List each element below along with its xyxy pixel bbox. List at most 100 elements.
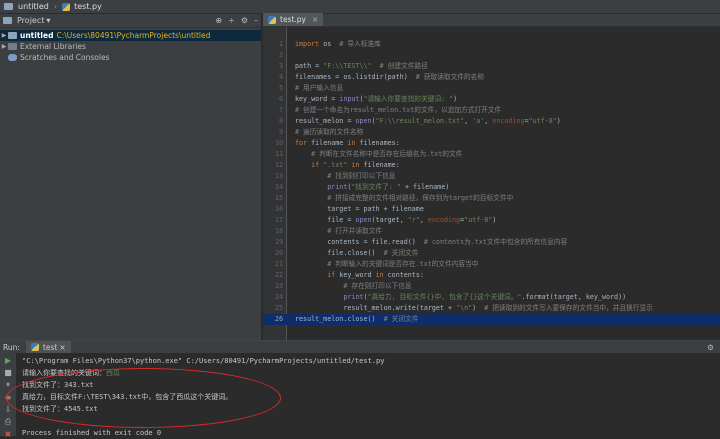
locate-file-icon[interactable]: ⊕ [215, 16, 222, 25]
code-line[interactable]: 9 # 遍历读取的文件名称 [263, 127, 720, 138]
code-text: contents = file.read() # contents为.txt文件… [295, 238, 568, 246]
editor-tab-bar: test.py × [263, 13, 720, 27]
close-icon[interactable]: × [59, 343, 65, 352]
tree-item-label: External Libraries [20, 42, 86, 51]
collapse-all-icon[interactable]: ÷ [228, 16, 235, 25]
code-line[interactable]: 21 # 判断输入的关键词是否存在.txt的文件内容当中 [263, 259, 720, 270]
line-number: 9 [278, 128, 283, 136]
project-view-selector[interactable]: Project ▾ [3, 16, 50, 25]
tab-test-py[interactable]: test.py × [263, 13, 324, 26]
run-tab-test[interactable]: test × [25, 341, 71, 353]
folder-icon [4, 3, 13, 10]
code-text: for filename in filenames: [295, 139, 400, 147]
code-line[interactable]: 14 print("找到文件了: " + filename) [263, 182, 720, 193]
tree-item-scratches[interactable]: Scratches and Consoles [0, 52, 261, 63]
breadcrumb-project[interactable]: untitled [18, 2, 49, 11]
line-number: 6 [278, 95, 283, 103]
code-line[interactable]: 7 # 创建一个命名为result_melon.txt的文件，以追加方式打开文件 [263, 105, 720, 116]
line-number: 2 [278, 51, 283, 59]
breadcrumb-file[interactable]: test.py [74, 2, 102, 11]
code-text: target = path + filename [295, 205, 424, 213]
hide-panel-icon[interactable]: – [254, 16, 258, 25]
code-line[interactable]: 3 path = "F:\\TEST\\" # 创建文件路径 [263, 61, 720, 72]
line-number: 3 [278, 62, 283, 70]
code-text: # 找到则打印以下信息 [327, 172, 396, 180]
console-line: "C:\Program Files\Python37\python.exe" C… [22, 357, 385, 365]
line-number: 4 [278, 73, 283, 81]
python-file-icon [30, 343, 39, 351]
project-panel-title: Project [17, 16, 45, 25]
code-line[interactable]: 11 # 判断在文件名称中是否存在后缀名为.txt的文件 [263, 149, 720, 160]
rerun-icon[interactable]: ▶ [3, 356, 13, 365]
line-number: 19 [274, 238, 283, 246]
code-area[interactable]: 1 import os # 导入标准库 2 3 path = "F:\\TEST\\" … [263, 27, 720, 340]
console-line: Process finished with exit code 0 [22, 429, 162, 437]
line-number: 8 [278, 117, 283, 125]
code-line[interactable]: 20 file.close() # 关闭文件 [263, 248, 720, 259]
line-number: 17 [274, 216, 283, 224]
line-number: 15 [274, 194, 283, 202]
line-number: 5 [278, 84, 283, 92]
code-text: # 判断在文件名称中是否存在后缀名为.txt的文件 [311, 150, 463, 158]
run-label: Run: [3, 342, 20, 352]
code-text: result_melon.write(target + "\n") # 把读取到… [295, 304, 653, 312]
code-line[interactable]: 2 [263, 50, 720, 61]
code-line[interactable]: 25 result_melon.write(target + "\n") # 把… [263, 303, 720, 314]
code-text: result_melon = open("F:\\result_melon.tx… [295, 117, 561, 125]
python-file-icon [268, 15, 276, 24]
tree-item-external-libraries[interactable]: ▶ External Libraries [0, 41, 261, 52]
code-line[interactable]: 19 contents = file.read() # contents为.tx… [263, 237, 720, 248]
code-text: import os # 导入标准库 [295, 40, 381, 48]
tab-label: test.py [280, 15, 306, 24]
code-line[interactable]: 17 file = open(target, "r", encoding="ut… [263, 215, 720, 226]
project-icon [3, 17, 12, 24]
stop-icon[interactable]: ■ [3, 368, 13, 377]
code-line[interactable]: 18 # 打开并读取文件 [263, 226, 720, 237]
code-line[interactable]: 24 print("真给力, 目标文件{}中, 包含了{}这个关键词。".for… [263, 292, 720, 303]
line-number: 26 [274, 315, 283, 323]
line-number: 24 [274, 293, 283, 301]
code-text: file = open(target, "r", encoding="utf-8… [295, 216, 497, 224]
project-panel: Project ▾ ⊕ ÷ ⚙ – ▶ untitled C:\Users\80… [0, 14, 262, 340]
project-tree: ▶ untitled C:\Users\80491\PycharmProject… [0, 28, 261, 63]
code-line[interactable]: 13 # 找到则打印以下信息 [263, 171, 720, 182]
code-line[interactable]: 15 # 拼接成完整的文件相对路径，保存到为target的目标文件中 [263, 193, 720, 204]
code-text: if key_word in contents: [327, 271, 424, 279]
run-panel: Run: test × ⚙ ▶ ■ ⏸ ≡ ⇩ ⎙ ✖ "C:\Program … [0, 340, 720, 439]
code-text: # 拼接成完整的文件相对路径，保存到为target的目标文件中 [327, 194, 514, 202]
navigation-bar: untitled › test.py [0, 0, 720, 14]
code-text: print("真给力, 目标文件{}中, 包含了{}这个关键词。".format… [343, 293, 627, 301]
line-number: 20 [274, 249, 283, 257]
gear-icon[interactable]: ⚙ [707, 343, 714, 352]
code-text: # 用户输入信息 [295, 84, 344, 92]
code-text: filenames = os.listdir(path) # 获取读取文件的名称 [295, 73, 485, 81]
scratches-icon [8, 54, 17, 61]
code-text: # 创建一个命名为result_melon.txt的文件，以追加方式打开文件 [295, 106, 502, 114]
code-line[interactable]: 22 if key_word in contents: [263, 270, 720, 281]
code-text: # 遍历读取的文件名称 [295, 128, 364, 136]
expand-arrow-icon[interactable]: ▶ [0, 43, 8, 50]
gear-icon[interactable]: ⚙ [241, 16, 248, 25]
code-line[interactable]: 23 # 存在则打印以下信息 [263, 281, 720, 292]
code-line[interactable]: 6 key_word = input("请输入你要查找的关键词: ") [263, 94, 720, 105]
code-text: result_melon.close() # 关闭文件 [295, 315, 419, 323]
run-tab-label: test [42, 342, 58, 352]
code-line[interactable]: 1 import os # 导入标准库 [263, 39, 720, 50]
code-line[interactable]: 4 filenames = os.listdir(path) # 获取读取文件的名… [263, 72, 720, 83]
run-panel-header: Run: test × ⚙ [0, 341, 720, 353]
code-line[interactable]: 10 for filename in filenames: [263, 138, 720, 149]
close-icon[interactable]: × [312, 15, 318, 24]
code-line[interactable]: 8 result_melon = open("F:\\result_melon.t… [263, 116, 720, 127]
code-line[interactable]: 26 result_melon.close() # 关闭文件 [263, 314, 720, 325]
project-panel-header: Project ▾ ⊕ ÷ ⚙ – [0, 14, 261, 28]
line-number: 21 [274, 260, 283, 268]
code-line[interactable]: 5 # 用户输入信息 [263, 83, 720, 94]
code-line[interactable]: 12 if ".txt" in filename: [263, 160, 720, 171]
line-number: 1 [278, 40, 283, 48]
tree-item-untitled[interactable]: ▶ untitled C:\Users\80491\PycharmProject… [0, 30, 261, 41]
line-number: 14 [274, 183, 283, 191]
expand-arrow-icon[interactable]: ▶ [0, 32, 8, 39]
print-icon[interactable]: ⎙ [3, 417, 13, 427]
code-line[interactable]: 16 target = path + filename [263, 204, 720, 215]
tree-item-label: Scratches and Consoles [20, 53, 110, 62]
